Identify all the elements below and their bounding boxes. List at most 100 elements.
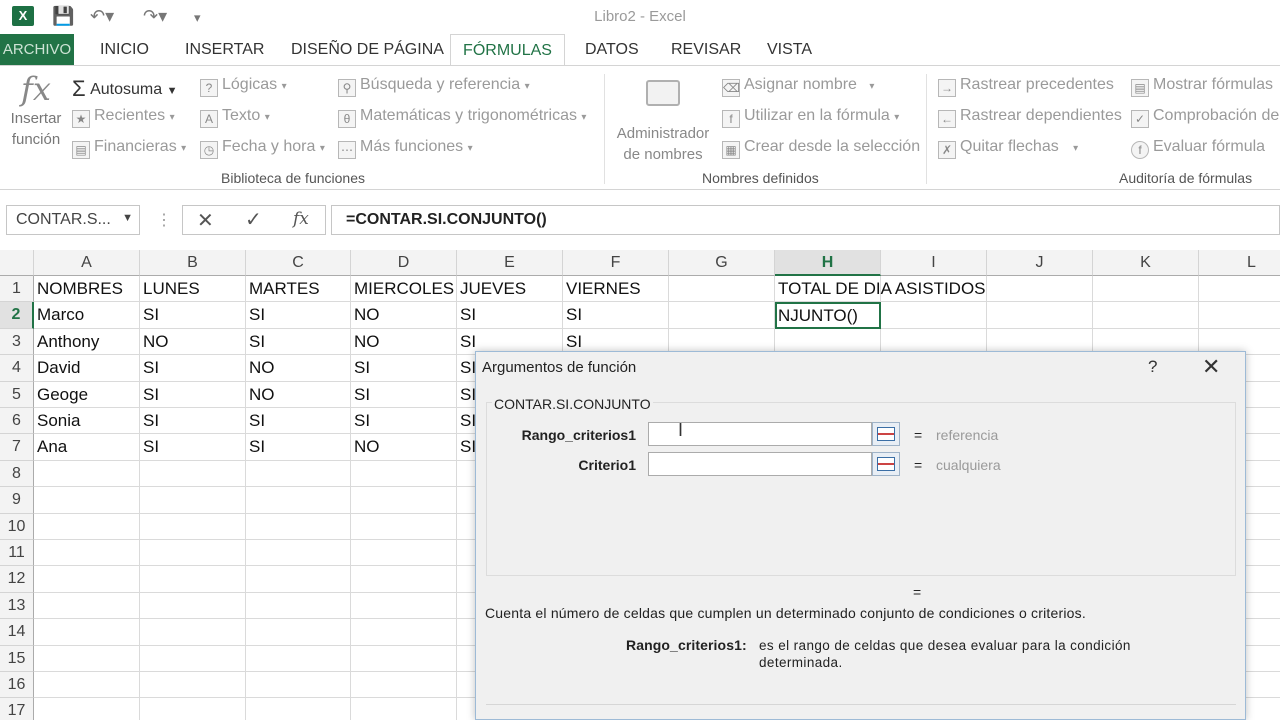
cell-b1[interactable]: LUNES bbox=[140, 276, 246, 303]
cell-b6[interactable]: SI bbox=[140, 408, 246, 435]
remove-arrows-button[interactable]: ✗ Quitar flechas ▾ bbox=[938, 138, 1078, 159]
cell-a5[interactable]: Geoge bbox=[34, 381, 140, 408]
row-header-9[interactable]: 9 bbox=[0, 487, 34, 514]
tab-inicio[interactable]: INICIO bbox=[100, 41, 149, 59]
cell-j2[interactable] bbox=[987, 302, 1093, 329]
trace-dependents-button[interactable]: ← Rastrear dependientes bbox=[938, 107, 1122, 128]
cell-b12[interactable] bbox=[140, 566, 246, 593]
cell-c9[interactable] bbox=[246, 487, 351, 514]
collapse-dialog-button[interactable] bbox=[872, 452, 900, 476]
autosum-button[interactable]: Σ Autosuma ▼ bbox=[72, 76, 177, 102]
cell-k1[interactable] bbox=[1093, 276, 1199, 303]
cell-d10[interactable] bbox=[351, 513, 457, 540]
row-header-11[interactable]: 11 bbox=[0, 540, 34, 567]
cell-c17[interactable] bbox=[246, 698, 351, 720]
show-formulas-button[interactable]: ▤ Mostrar fórmulas bbox=[1131, 76, 1273, 97]
text-button[interactable]: A Texto ▾ bbox=[200, 107, 270, 128]
row-header-2[interactable]: 2 bbox=[0, 302, 34, 329]
cell-c8[interactable] bbox=[246, 460, 351, 488]
formula-input[interactable]: =CONTAR.SI.CONJUNTO() bbox=[331, 205, 1280, 235]
close-button[interactable]: ✕ bbox=[1202, 354, 1220, 380]
tab-vista[interactable]: VISTA bbox=[767, 41, 812, 59]
cell-c6[interactable]: SI bbox=[246, 408, 351, 435]
row-header-7[interactable]: 7 bbox=[0, 434, 34, 461]
cell-c14[interactable] bbox=[246, 619, 351, 646]
cell-k2[interactable] bbox=[1093, 302, 1199, 329]
cell-f2[interactable]: SI bbox=[563, 302, 669, 329]
cell-d17[interactable] bbox=[351, 698, 457, 720]
create-from-selection-button[interactable]: ▦ Crear desde la selección bbox=[722, 138, 920, 159]
row-header-16[interactable]: 16 bbox=[0, 672, 34, 699]
tab-diseno-de-pagina[interactable]: DISEÑO DE PÁGINA bbox=[291, 41, 444, 59]
cell-b16[interactable] bbox=[140, 672, 246, 699]
datetime-button[interactable]: ◷ Fecha y hora ▾ bbox=[200, 138, 325, 159]
cell-a6[interactable]: Sonia bbox=[34, 408, 140, 435]
row-header-8[interactable]: 8 bbox=[0, 460, 34, 488]
cell-d6[interactable]: SI bbox=[351, 408, 457, 435]
cell-c15[interactable] bbox=[246, 645, 351, 672]
cell-d9[interactable] bbox=[351, 487, 457, 514]
cell-a17[interactable] bbox=[34, 698, 140, 720]
cell-b13[interactable] bbox=[140, 592, 246, 620]
cell-d8[interactable] bbox=[351, 460, 457, 488]
cell-a1[interactable]: NOMBRES bbox=[34, 276, 140, 303]
select-all-corner[interactable] bbox=[0, 250, 34, 276]
cell-d11[interactable] bbox=[351, 540, 457, 567]
row-header-12[interactable]: 12 bbox=[0, 566, 34, 593]
cancel-icon[interactable]: ✕ bbox=[197, 208, 214, 233]
cell-e2[interactable]: SI bbox=[457, 302, 563, 329]
column-header-e[interactable]: E bbox=[457, 250, 563, 276]
column-header-a[interactable]: A bbox=[34, 250, 140, 276]
cell-a11[interactable] bbox=[34, 540, 140, 567]
cell-b10[interactable] bbox=[140, 513, 246, 540]
cell-c3[interactable]: SI bbox=[246, 328, 351, 356]
financial-button[interactable]: ▤ Financieras ▾ bbox=[72, 138, 186, 159]
arg-input-criterio1[interactable] bbox=[648, 452, 872, 476]
insert-function-button[interactable]: fx Insertar función bbox=[8, 70, 64, 150]
cell-b15[interactable] bbox=[140, 645, 246, 672]
cell-d16[interactable] bbox=[351, 672, 457, 699]
column-header-l[interactable]: L bbox=[1199, 250, 1280, 276]
cell-d2[interactable]: NO bbox=[351, 302, 457, 329]
cell-d12[interactable] bbox=[351, 566, 457, 593]
column-header-i[interactable]: I bbox=[881, 250, 987, 276]
column-header-f[interactable]: F bbox=[563, 250, 669, 276]
cell-b7[interactable]: SI bbox=[140, 434, 246, 461]
cell-b17[interactable] bbox=[140, 698, 246, 720]
column-header-d[interactable]: D bbox=[351, 250, 457, 276]
cell-a10[interactable] bbox=[34, 513, 140, 540]
cell-a13[interactable] bbox=[34, 592, 140, 620]
column-header-h[interactable]: H bbox=[775, 250, 881, 276]
enter-icon[interactable]: ✓ bbox=[245, 207, 262, 232]
cell-c2[interactable]: SI bbox=[246, 302, 351, 329]
recent-button[interactable]: ★ Recientes ▾ bbox=[72, 107, 175, 128]
cell-a9[interactable] bbox=[34, 487, 140, 514]
row-header-10[interactable]: 10 bbox=[0, 513, 34, 540]
cell-a2[interactable]: Marco bbox=[34, 302, 140, 329]
row-header-14[interactable]: 14 bbox=[0, 619, 34, 646]
error-checking-button[interactable]: ✓ Comprobación de bbox=[1131, 107, 1279, 128]
cell-b9[interactable] bbox=[140, 487, 246, 514]
row-header-15[interactable]: 15 bbox=[0, 645, 34, 672]
cell-c1[interactable]: MARTES bbox=[246, 276, 351, 303]
cell-c12[interactable] bbox=[246, 566, 351, 593]
trace-precedents-button[interactable]: → Rastrear precedentes bbox=[938, 76, 1114, 97]
cell-b5[interactable]: SI bbox=[140, 381, 246, 408]
cell-c16[interactable] bbox=[246, 672, 351, 699]
cell-j1[interactable] bbox=[987, 276, 1093, 303]
cell-g2[interactable] bbox=[669, 302, 775, 329]
more-functions-button[interactable]: ⋯ Más funciones ▾ bbox=[338, 138, 473, 159]
cell-a7[interactable]: Ana bbox=[34, 434, 140, 461]
cell-d7[interactable]: NO bbox=[351, 434, 457, 461]
row-header-4[interactable]: 4 bbox=[0, 355, 34, 382]
cell-d13[interactable] bbox=[351, 592, 457, 620]
cell-g1[interactable] bbox=[669, 276, 775, 303]
cell-b8[interactable] bbox=[140, 460, 246, 488]
row-header-17[interactable]: 17 bbox=[0, 698, 34, 720]
logical-button[interactable]: ? Lógicas ▾ bbox=[200, 76, 287, 97]
row-header-6[interactable]: 6 bbox=[0, 408, 34, 435]
cell-a16[interactable] bbox=[34, 672, 140, 699]
tab-archivo[interactable]: ARCHIVO bbox=[0, 34, 74, 65]
column-header-b[interactable]: B bbox=[140, 250, 246, 276]
cell-a8[interactable] bbox=[34, 460, 140, 488]
